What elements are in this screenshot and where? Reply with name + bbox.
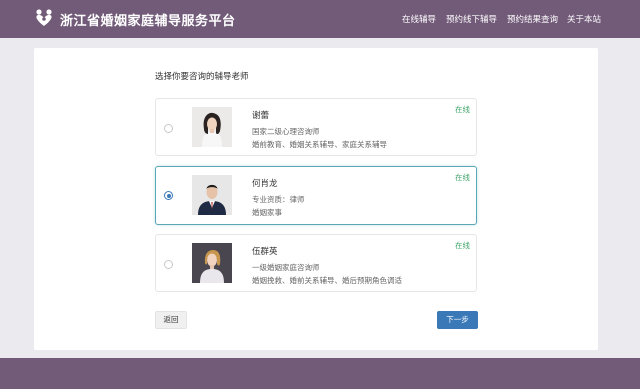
nav-online-counseling[interactable]: 在线辅导 xyxy=(402,13,436,25)
counselor-name: 谢蕾 xyxy=(252,111,270,121)
counselor-radio[interactable] xyxy=(164,124,173,133)
nav-appointment-result[interactable]: 预约结果查询 xyxy=(507,13,558,25)
footer-bar xyxy=(0,358,640,389)
counselor-name: 伍群英 xyxy=(252,247,278,257)
main-nav: 在线辅导 预约线下辅导 预约结果查询 关于本站 xyxy=(0,13,640,27)
counselor-name: 何肖龙 xyxy=(252,179,278,189)
counselor-qualification: 一级婚姻家庭咨询师 xyxy=(252,263,320,272)
next-step-button[interactable]: 下一步 xyxy=(437,311,478,329)
counselor-photo xyxy=(192,175,232,215)
counselor-qualification: 专业资质：律师 xyxy=(252,195,305,204)
online-status-badge: 在线 xyxy=(455,173,470,182)
back-button[interactable]: 返回 xyxy=(155,311,187,329)
counselor-radio-selected[interactable] xyxy=(164,191,173,200)
page-prompt: 选择你要咨询的辅导老师 xyxy=(155,72,249,82)
counselor-specialty: 婚姻家事 xyxy=(252,208,282,217)
counselor-photo xyxy=(192,107,232,147)
online-status-badge: 在线 xyxy=(455,105,470,114)
counselor-radio[interactable] xyxy=(164,260,173,269)
top-navigation-bar: 浙江省婚姻家庭辅导服务平台 在线辅导 预约线下辅导 预约结果查询 关于本站 xyxy=(0,0,640,38)
counselor-specialty: 婚前教育、婚姻关系辅导、家庭关系辅导 xyxy=(252,140,387,149)
counselor-qualification: 国家二级心理咨询师 xyxy=(252,127,320,136)
counselor-card-he-xiaolong[interactable]: 何肖龙 专业资质：律师 婚姻家事 在线 xyxy=(155,166,477,225)
main-panel: 选择你要咨询的辅导老师 谢蕾 国家二级心理咨询师 婚前教育、婚姻关系辅导、家庭关… xyxy=(34,48,598,350)
counselor-photo xyxy=(192,243,232,283)
nav-offline-appointment[interactable]: 预约线下辅导 xyxy=(446,13,497,25)
online-status-badge: 在线 xyxy=(455,241,470,250)
nav-about[interactable]: 关于本站 xyxy=(567,13,601,25)
counselor-card-xie-lei[interactable]: 谢蕾 国家二级心理咨询师 婚前教育、婚姻关系辅导、家庭关系辅导 在线 xyxy=(155,98,477,156)
counselor-specialty: 婚姻挽救、婚前关系辅导、婚后预期角色调适 xyxy=(252,276,402,285)
counselor-card-wu-qunying[interactable]: 伍群英 一级婚姻家庭咨询师 婚姻挽救、婚前关系辅导、婚后预期角色调适 在线 xyxy=(155,234,477,292)
